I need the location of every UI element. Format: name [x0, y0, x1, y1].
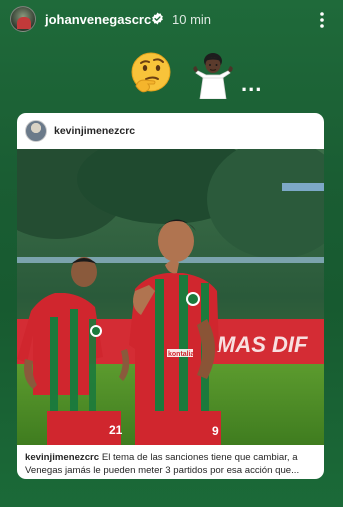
more-vertical-icon[interactable]	[316, 11, 328, 29]
person-shrugging-emoji	[193, 53, 233, 99]
story-avatar[interactable]	[10, 6, 36, 32]
banner-text: MAS DIF	[217, 332, 308, 357]
post-photo[interactable]: MAS DIF 21 kontalia 9	[17, 149, 324, 445]
left-player-number: 21	[109, 423, 123, 437]
verified-badge-icon	[152, 12, 163, 25]
caption-username[interactable]: kevinjimenezcrc	[25, 452, 99, 463]
post-author-username[interactable]: kevinjimenezcrc	[54, 125, 135, 137]
post-header: kevinjimenezcrc	[17, 113, 324, 149]
story-ellipsis: ...	[241, 71, 263, 96]
story-timestamp: 10 min	[172, 12, 212, 27]
story-username[interactable]: johanvenegascrc	[45, 12, 151, 27]
right-player-number: 9	[212, 424, 219, 438]
thinking-face-emoji	[131, 52, 171, 93]
post-caption: kevinjimenezcrc El tema de las sanciones…	[25, 451, 319, 477]
post-author-avatar[interactable]	[25, 120, 47, 142]
story-header: johanvenegascrc 10 min	[0, 0, 343, 40]
sponsor-text: kontalia	[168, 351, 195, 358]
shared-post-card[interactable]: kevinjimenezcrc MAS DIF 21 kontalia 9 ke…	[17, 113, 324, 479]
